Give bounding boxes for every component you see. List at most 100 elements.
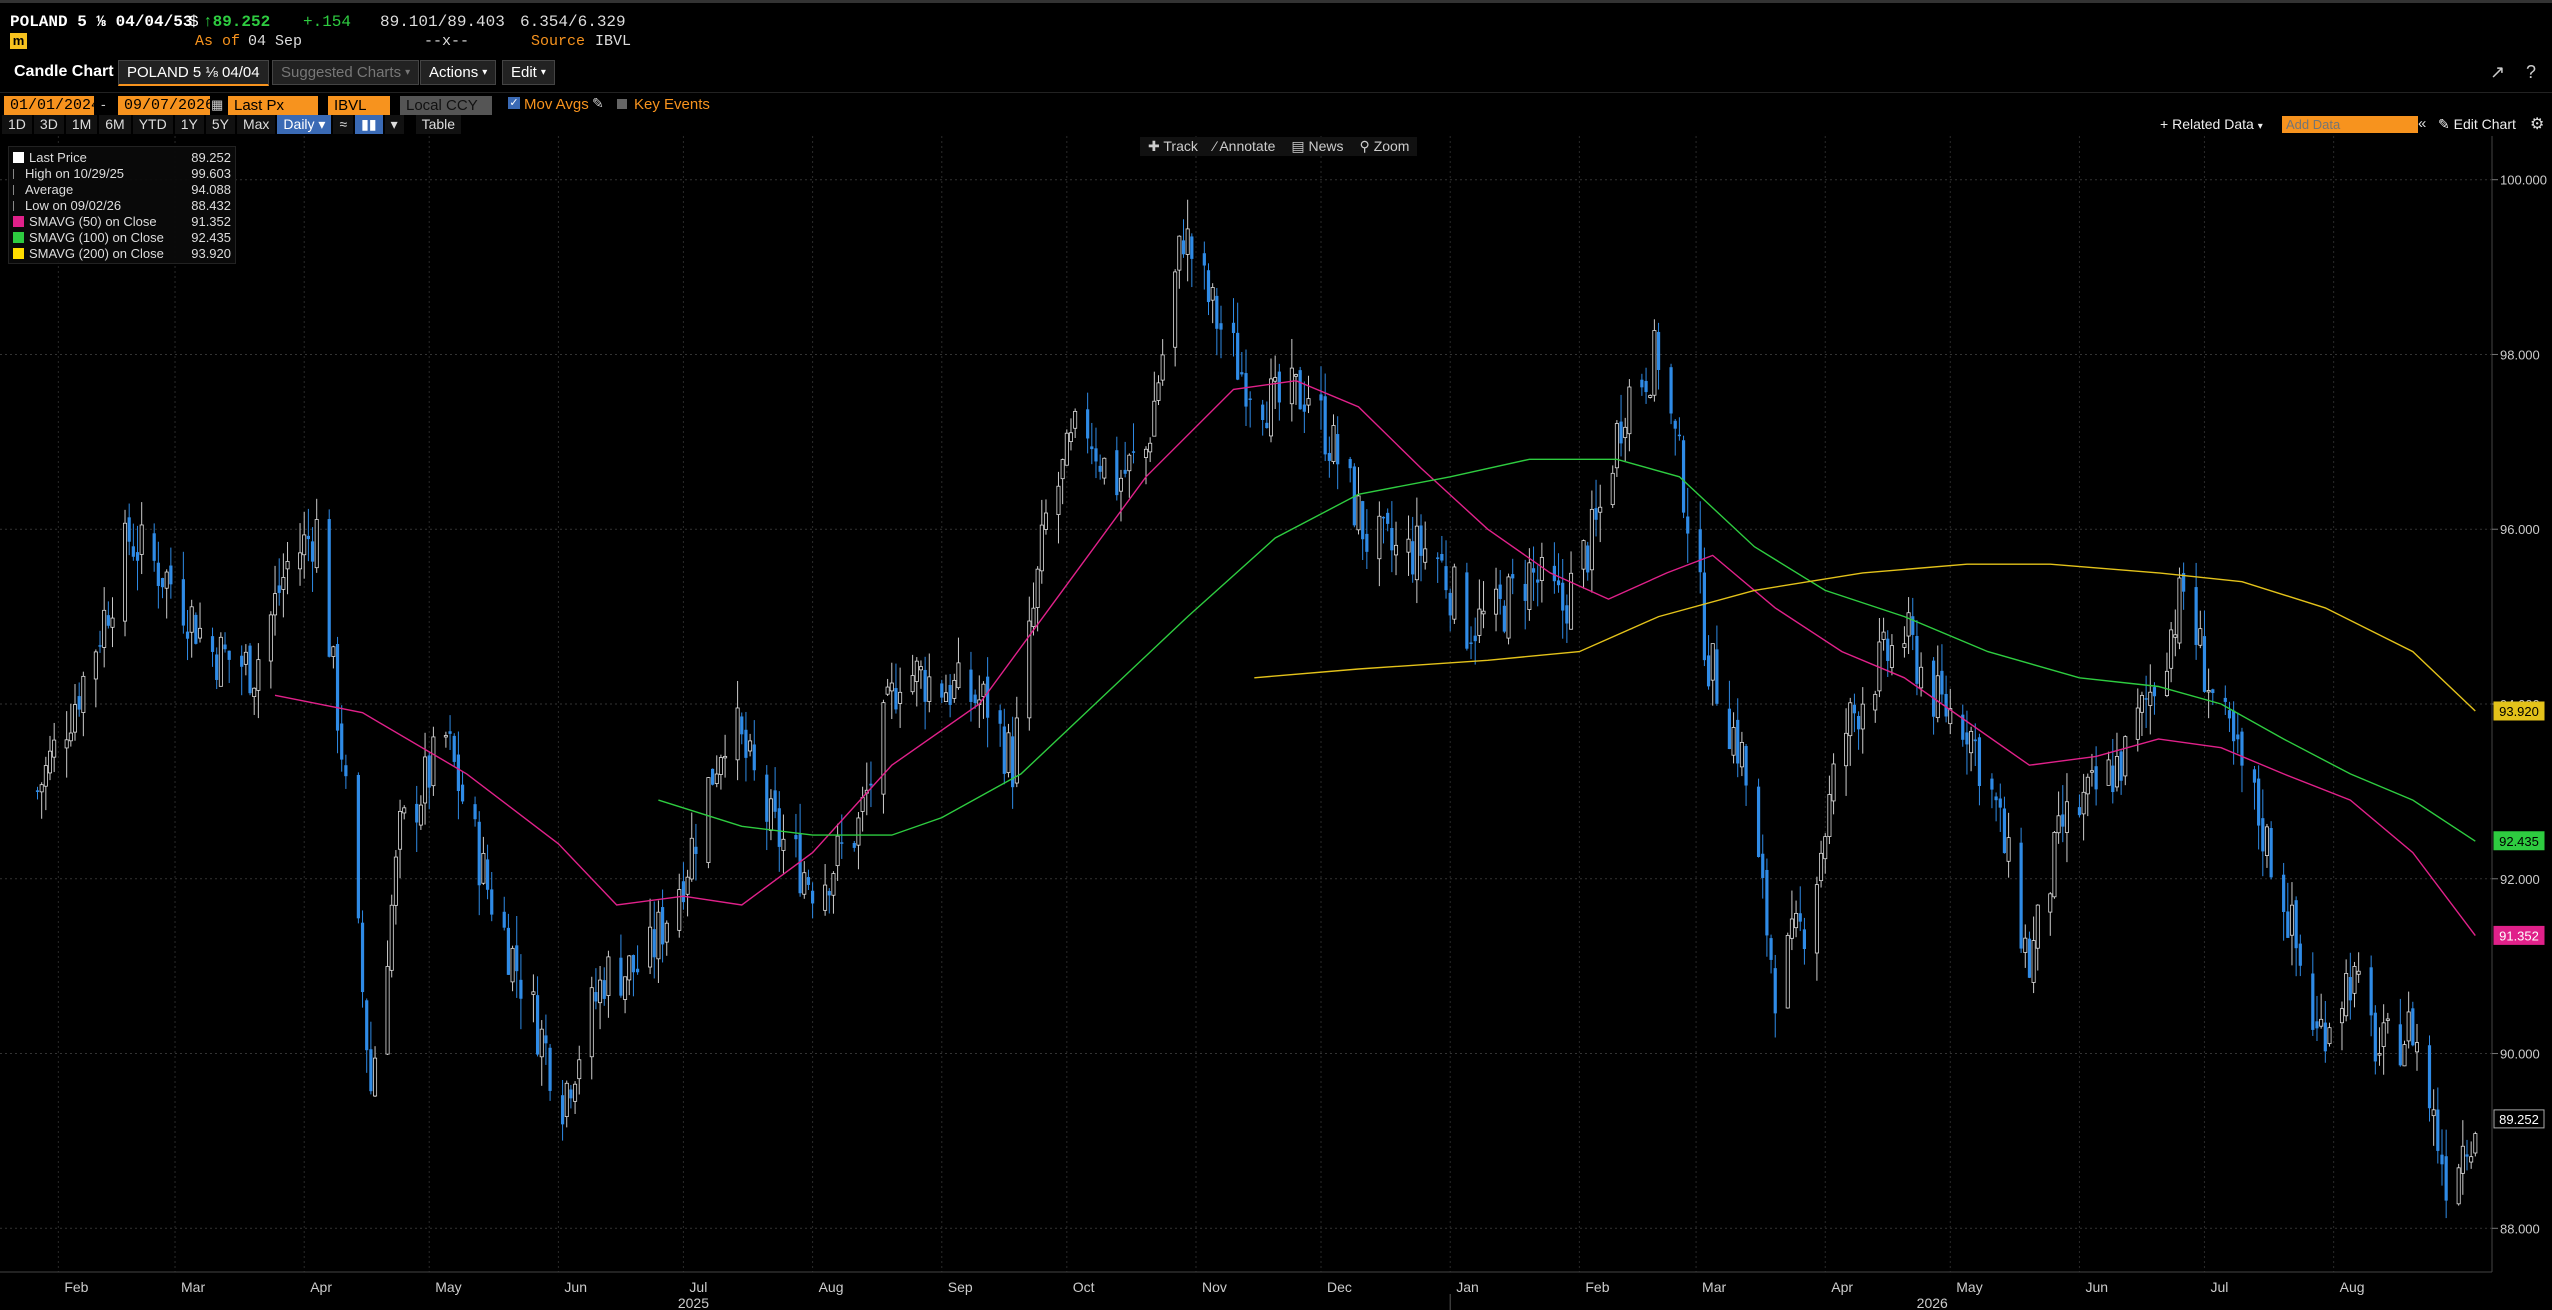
x-tick-label: Jan	[1456, 1279, 1479, 1295]
range-1y[interactable]: 1Y	[174, 115, 204, 134]
candle-body	[1377, 515, 1382, 560]
related-data-button[interactable]: + Related Data ▾	[2160, 116, 2263, 132]
candle-body	[1506, 576, 1511, 639]
range-max[interactable]: Max	[236, 115, 276, 134]
legend-row: Last Price 89.252	[13, 149, 231, 165]
candle-body	[1361, 501, 1365, 540]
security-ticker[interactable]: POLAND 5 ⅛ 04/04/53	[10, 13, 192, 31]
candle-body	[1673, 420, 1677, 429]
legend-row: SMAVG (200) on Close 93.920	[13, 245, 231, 261]
candle-body	[1669, 367, 1673, 414]
candle-body	[681, 881, 686, 903]
candle-body	[2077, 807, 2082, 816]
m-badge-icon[interactable]: m	[10, 33, 27, 49]
candle-body	[718, 757, 723, 775]
candle-body	[181, 579, 185, 626]
sma200-line	[1254, 563, 2476, 712]
candle-body	[735, 707, 740, 761]
candle-body	[127, 517, 131, 542]
candle-body	[160, 578, 165, 588]
candle-body	[802, 872, 807, 895]
range-3d[interactable]: 3D	[33, 115, 64, 134]
candle-body	[218, 636, 223, 687]
candle-chart-icon[interactable]: ▮▮	[355, 115, 383, 134]
key-events-checkbox[interactable]	[617, 99, 627, 109]
popout-icon[interactable]: ↗	[2490, 62, 2505, 83]
settings-gear-icon[interactable]: ⚙	[2530, 114, 2544, 134]
candle-body	[535, 995, 540, 1055]
help-icon[interactable]: ?	[2526, 62, 2536, 83]
candle-body	[48, 750, 53, 774]
candle-chart-canvas[interactable]: 100.00098.00096.00094.00092.00090.00088.…	[0, 136, 2552, 1310]
candle-body	[456, 754, 460, 791]
candle-body	[2377, 1053, 2382, 1056]
candle-body	[619, 957, 623, 996]
currency-selector[interactable]: Local CCY	[400, 96, 492, 115]
candle-body	[2261, 818, 2265, 852]
add-data-input[interactable]	[2282, 116, 2418, 133]
candle-body	[2294, 900, 2298, 949]
candle-body	[2252, 769, 2257, 783]
edit-menu-button[interactable]: Edit ▾	[502, 60, 555, 85]
candle-body	[164, 571, 169, 589]
range-1m[interactable]: 1M	[65, 115, 98, 134]
annotate-tool[interactable]: ∕ Annotate	[1214, 138, 1276, 155]
candle-body	[1990, 778, 1994, 790]
mov-avgs-checkbox[interactable]: ✓	[508, 97, 520, 109]
source-selector[interactable]: IBVL	[328, 96, 390, 115]
track-tool[interactable]: ✚ Track	[1148, 138, 1198, 155]
candle-body	[243, 651, 248, 665]
candle-body	[2406, 1011, 2411, 1042]
actions-menu-button[interactable]: Actions ▾	[420, 60, 497, 85]
candle-body	[2106, 759, 2111, 786]
range-ytd[interactable]: YTD	[132, 115, 173, 134]
table-button[interactable]: Table	[415, 115, 462, 134]
candle-body	[2257, 778, 2261, 826]
line-chart-icon[interactable]: ≈	[333, 115, 354, 134]
zoom-tool[interactable]: ⚲ Zoom	[1360, 138, 1410, 155]
frequency-label: Daily	[283, 116, 315, 132]
candle-body	[1118, 477, 1123, 492]
y-tick-label: 100.000	[2500, 173, 2547, 188]
candle-body	[2152, 687, 2157, 697]
collapse-icon[interactable]: «	[2418, 115, 2426, 132]
candle-body	[215, 654, 219, 680]
mov-avgs-label[interactable]: Mov Avgs	[524, 96, 589, 113]
candle-body	[340, 723, 344, 760]
candle-body	[1240, 372, 1244, 375]
suggested-charts-button[interactable]: Suggested Charts ▾	[272, 60, 420, 85]
news-tool[interactable]: ▤ News	[1291, 138, 1343, 155]
key-events-label[interactable]: Key Events	[634, 96, 710, 113]
candle-body	[2289, 904, 2294, 936]
edit-chart-button[interactable]: ✎ Edit Chart	[2438, 116, 2516, 133]
candle-body	[2440, 1154, 2444, 1165]
candle-body	[1143, 448, 1148, 458]
candle-body	[1710, 643, 1715, 681]
field-selector[interactable]: Last Px	[228, 96, 318, 115]
start-date-field[interactable]: 01/01/2024	[4, 96, 100, 115]
range-6m[interactable]: 6M	[99, 115, 131, 134]
candle-body	[344, 765, 348, 777]
candle-body	[2264, 826, 2269, 856]
candle-body	[1589, 508, 1594, 571]
x-tick-label: Feb	[64, 1279, 88, 1295]
candle-body	[1160, 354, 1165, 381]
range-1d[interactable]: 1D	[2, 115, 32, 134]
range-5y[interactable]: 5Y	[205, 115, 235, 134]
candle-body	[194, 614, 198, 644]
end-date-field[interactable]: 09/07/2026	[118, 96, 214, 115]
candle-body	[335, 644, 340, 731]
candle-body	[627, 955, 632, 981]
candle-body	[2094, 766, 2098, 790]
candle-body	[169, 565, 173, 585]
frequency-selector[interactable]: Daily ▾	[277, 115, 332, 134]
candle-body	[835, 835, 840, 867]
more-options-icon[interactable]: ▾	[384, 115, 404, 134]
candle-body	[331, 646, 336, 657]
candle-body	[189, 606, 194, 633]
pencil-icon[interactable]: ✎	[592, 95, 604, 112]
candle-body	[1131, 451, 1136, 453]
security-tab[interactable]: POLAND 5 ⅛ 04/04	[118, 60, 269, 86]
calendar-icon[interactable]: ▦	[211, 97, 223, 113]
candle-body	[1736, 719, 1740, 764]
